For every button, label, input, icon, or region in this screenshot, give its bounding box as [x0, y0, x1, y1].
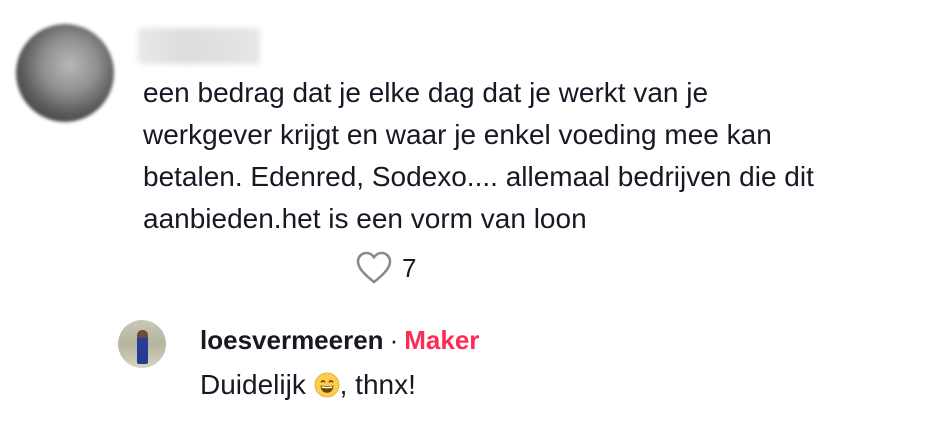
heart-outline-icon[interactable] [356, 251, 392, 285]
reply-text-before: Duidelijk [200, 369, 314, 400]
reply-text: Duidelijk , thnx! [200, 364, 416, 406]
creator-badge: Maker [404, 325, 480, 355]
grinning-face-icon [314, 368, 340, 398]
comment-text: een bedrag dat je elke dag dat je werkt … [143, 77, 814, 234]
reply-username[interactable]: loesvermeeren [200, 325, 384, 355]
like-count: 7 [402, 252, 417, 283]
reply-avatar[interactable] [118, 320, 166, 368]
reply-header: loesvermeeren · Maker [200, 320, 479, 360]
reply-text-after: , thnx! [339, 369, 416, 400]
like-row: 7 [356, 249, 416, 287]
separator-dot: · [389, 325, 399, 355]
avatar[interactable] [16, 24, 114, 122]
avatar-figure [137, 330, 148, 364]
username-redacted[interactable] [138, 28, 260, 64]
